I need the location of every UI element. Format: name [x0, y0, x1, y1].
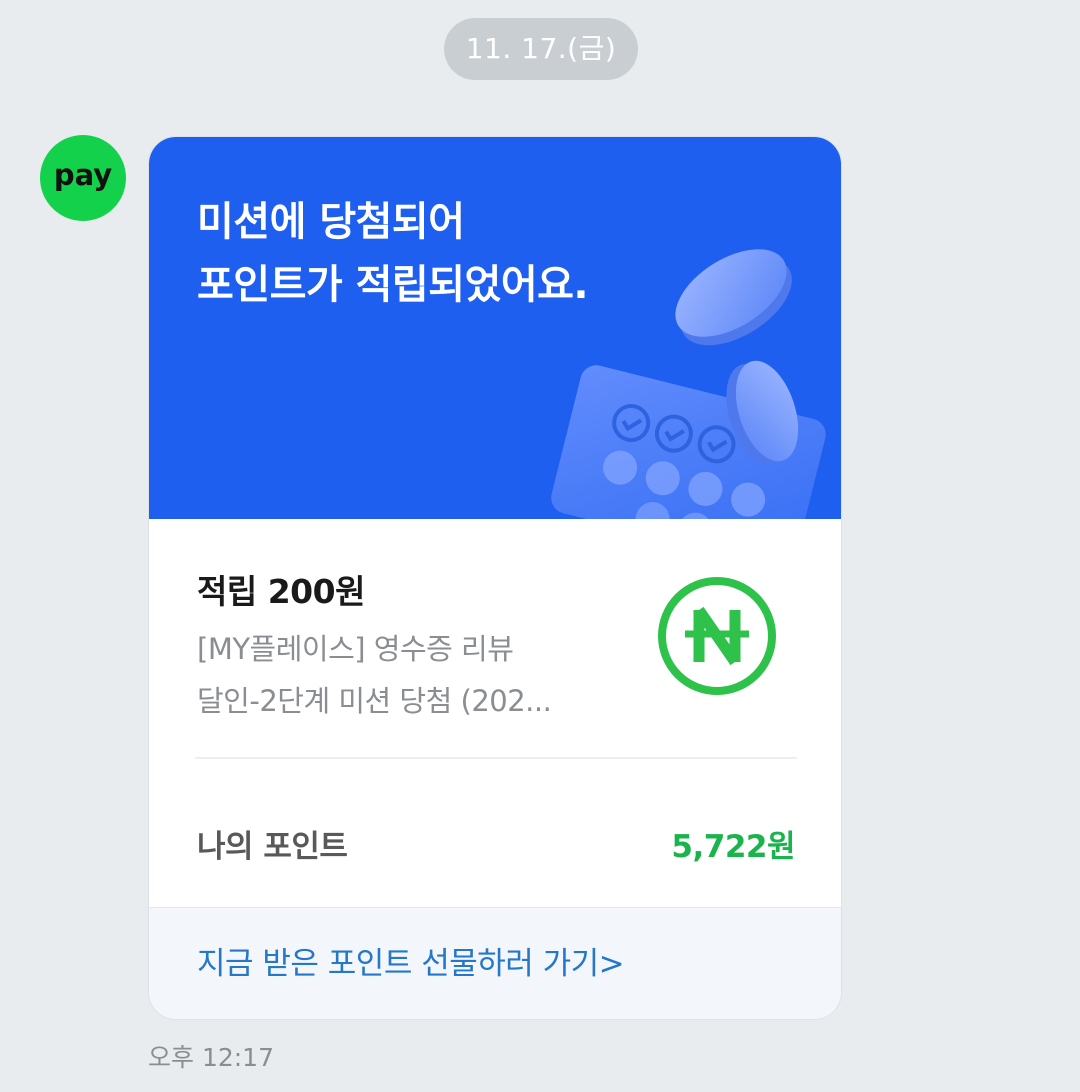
- earned-amount: 적립 200원: [197, 572, 365, 611]
- message-card[interactable]: 미션에 당첨되어 포인트가 적립되었어요. 적립 200원 [MY플레이스] 영…: [148, 136, 842, 1020]
- divider: [195, 757, 797, 759]
- description-line-2: 달인-2단계 미션 당첨 (202...: [197, 684, 552, 718]
- mission-description: [MY플레이스] 영수증 리뷰 달인-2단계 미션 당첨 (202...: [197, 623, 607, 727]
- message-time: 오후 12:17: [148, 1043, 274, 1072]
- sender-avatar[interactable]: pay: [40, 135, 126, 221]
- description-line-1: [MY플레이스] 영수증 리뷰: [197, 632, 514, 666]
- date-separator: 11. 17.(금): [444, 18, 638, 80]
- my-point-value: 5,722원: [671, 829, 795, 865]
- gift-points-link[interactable]: 지금 받은 포인트 선물하러 가기>: [197, 938, 625, 983]
- my-point-label: 나의 포인트: [197, 829, 348, 865]
- card-footer[interactable]: 지금 받은 포인트 선물하러 가기>: [149, 907, 841, 1019]
- banner-title: 미션에 당첨되어 포인트가 적립되었어요.: [197, 199, 589, 308]
- naver-pay-point-icon: [658, 577, 776, 695]
- card-banner: 미션에 당첨되어 포인트가 적립되었어요.: [149, 137, 841, 519]
